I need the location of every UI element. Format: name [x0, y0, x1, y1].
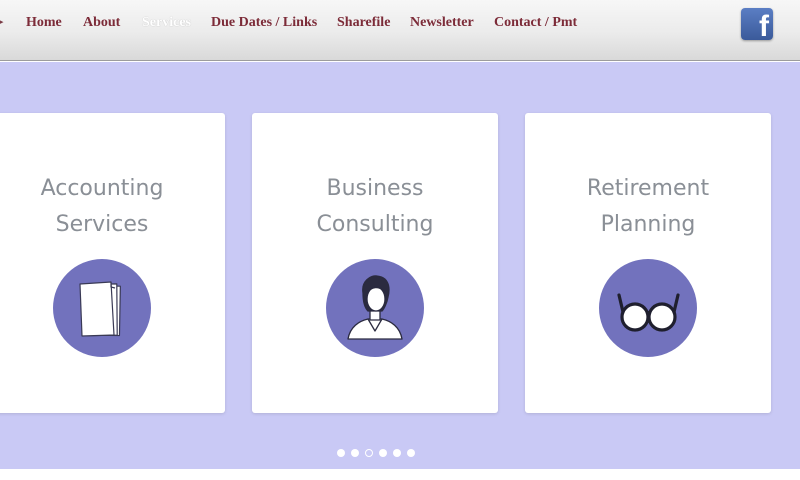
facebook-link-button[interactable]: f: [741, 8, 773, 40]
carousel-dot[interactable]: [351, 449, 359, 457]
service-card-title: Retirement Planning: [586, 176, 710, 237]
carousel-dot-active[interactable]: [365, 449, 373, 457]
carousel-dot[interactable]: [393, 449, 401, 457]
nav-item-newsletter[interactable]: Newsletter: [410, 15, 474, 31]
nav-item-about[interactable]: About: [83, 15, 120, 31]
nav-item-home[interactable]: Home: [26, 15, 62, 31]
nav-item-sharefile[interactable]: Sharefile: [337, 15, 390, 31]
businesswoman-icon: [326, 259, 424, 357]
services-carousel: Accounting Services Business Consulting: [0, 62, 800, 469]
nav-item-services[interactable]: Services: [142, 15, 191, 31]
documents-icon: [53, 259, 151, 357]
nav-item-due-dates-links[interactable]: Due Dates / Links: [211, 15, 317, 31]
service-card-retirement-planning[interactable]: Retirement Planning: [525, 113, 771, 413]
service-card-title: Accounting Services: [40, 176, 164, 237]
top-nav-bar: ▸ Home About Services Due Dates / Links …: [0, 0, 800, 61]
glasses-icon: [599, 259, 697, 357]
carousel-dot[interactable]: [379, 449, 387, 457]
carousel-pager: [0, 449, 800, 459]
chevron-right-icon: ▸: [0, 15, 4, 28]
service-card-title: Business Consulting: [316, 176, 434, 237]
service-card-accounting[interactable]: Accounting Services: [0, 113, 225, 413]
service-card-business-consulting[interactable]: Business Consulting: [252, 113, 498, 413]
facebook-icon: f: [759, 10, 769, 41]
carousel-dot[interactable]: [337, 449, 345, 457]
carousel-dot[interactable]: [407, 449, 415, 457]
nav-item-contact-pmt[interactable]: Contact / Pmt: [494, 15, 577, 31]
